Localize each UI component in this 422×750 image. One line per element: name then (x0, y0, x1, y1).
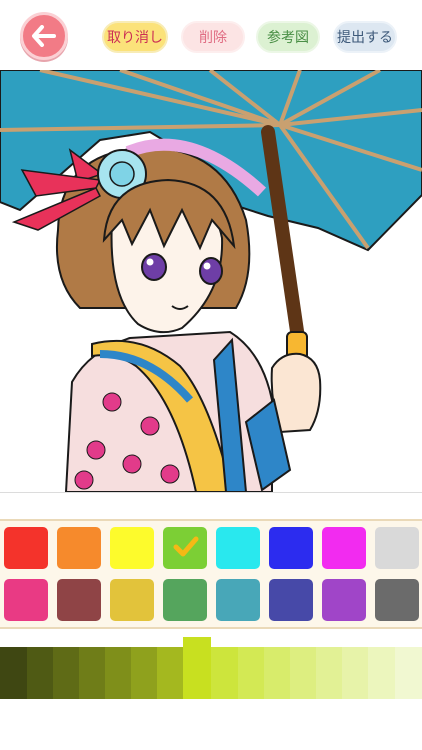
color-swatch-r2-8[interactable] (375, 579, 419, 621)
color-palette (0, 519, 422, 629)
arrow-left-icon (32, 25, 56, 47)
shade-13[interactable] (316, 647, 342, 699)
coloring-illustration (0, 70, 422, 492)
color-swatch-r2-2[interactable] (57, 579, 101, 621)
shade-9[interactable] (211, 647, 238, 699)
shade-11[interactable] (264, 647, 290, 699)
color-swatch-r2-1[interactable] (4, 579, 48, 621)
shade-7[interactable] (157, 647, 183, 699)
submit-button[interactable]: 提出する (333, 21, 397, 53)
color-swatch-r1-2[interactable] (57, 527, 101, 569)
shade-12[interactable] (290, 647, 316, 699)
coloring-canvas[interactable] (0, 70, 422, 492)
shade-14[interactable] (342, 647, 368, 699)
shade-5[interactable] (105, 647, 131, 699)
color-swatch-r2-5[interactable] (216, 579, 260, 621)
shade-1[interactable] (0, 647, 27, 699)
shade-10[interactable] (238, 647, 264, 699)
shade-6[interactable] (131, 647, 157, 699)
reference-button[interactable]: 参考図 (256, 21, 320, 53)
color-swatch-r1-4[interactable] (163, 527, 207, 569)
color-swatch-r2-4[interactable] (163, 579, 207, 621)
color-swatch-r1-5[interactable] (216, 527, 260, 569)
shade-4[interactable] (79, 647, 105, 699)
color-swatch-r1-6[interactable] (269, 527, 313, 569)
undo-button[interactable]: 取り消し (102, 21, 168, 53)
toolbar: 取り消し 削除 参考図 提出する (0, 0, 422, 70)
color-swatch-r1-8[interactable] (375, 527, 419, 569)
color-swatch-r1-1[interactable] (4, 527, 48, 569)
checkmark-icon (173, 536, 199, 557)
color-swatch-r1-3[interactable] (110, 527, 154, 569)
color-swatch-r2-6[interactable] (269, 579, 313, 621)
color-swatch-r1-7[interactable] (322, 527, 366, 569)
color-swatch-r2-3[interactable] (110, 579, 154, 621)
back-button[interactable] (20, 12, 68, 60)
shade-3[interactable] (53, 647, 79, 699)
shade-16[interactable] (395, 647, 422, 699)
shade-selector (0, 647, 422, 699)
shade-2[interactable] (27, 647, 53, 699)
delete-button[interactable]: 削除 (181, 21, 245, 53)
selected-shade-indicator (183, 637, 211, 692)
shade-15[interactable] (368, 647, 395, 699)
color-swatch-r2-7[interactable] (322, 579, 366, 621)
canvas-divider (0, 492, 422, 493)
